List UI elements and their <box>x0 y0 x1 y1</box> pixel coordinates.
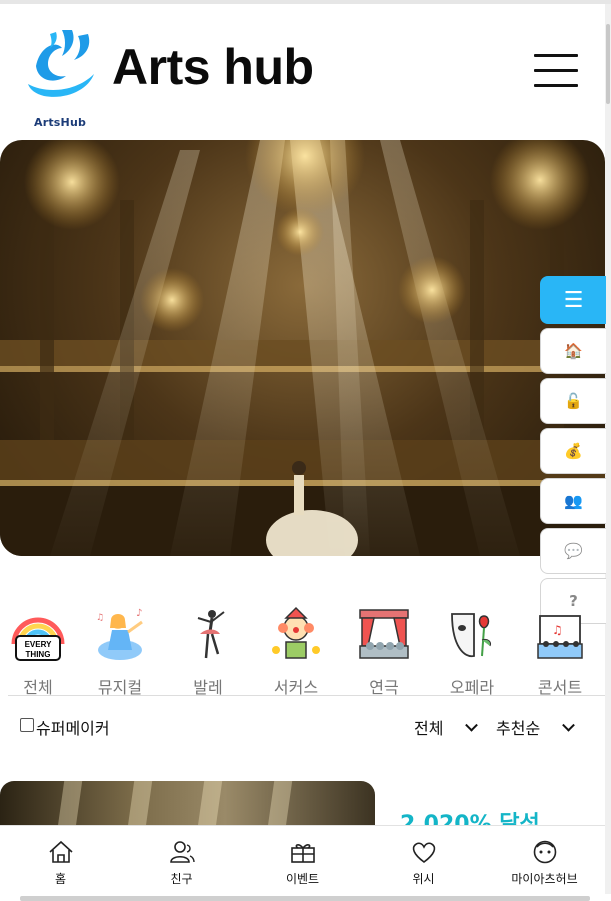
chevron-down-icon <box>562 718 576 732</box>
super-maker-checkbox[interactable] <box>20 718 34 732</box>
scope-select-value: 전체 <box>414 719 444 738</box>
category-label: 발레 <box>193 678 223 696</box>
logo-wave-icon <box>28 30 94 97</box>
nav-label: 이벤트 <box>285 872 320 886</box>
sort-select-value: 추천순 <box>496 719 541 738</box>
unlock-icon: 🔓 <box>564 392 583 410</box>
opera-mask-icon <box>451 613 491 657</box>
side-menu-toggle-button[interactable]: ☰ <box>540 276 606 324</box>
sort-select[interactable]: 추천순 <box>496 715 576 739</box>
side-chat-button[interactable]: 💬 <box>540 528 606 574</box>
app-header: ArtsHub Arts hub <box>0 4 605 136</box>
side-funding-button[interactable]: 💰 <box>540 428 606 474</box>
category-label: 전체 <box>23 678 53 696</box>
svg-text:♫: ♫ <box>552 623 563 637</box>
chevron-down-icon <box>465 718 479 732</box>
category-musical[interactable]: ♪ ♫ 뮤지컬 <box>76 600 164 696</box>
category-theater[interactable]: 연극 <box>340 600 428 696</box>
svg-text:♪: ♪ <box>136 608 142 619</box>
nav-home[interactable]: 홈 <box>0 826 121 895</box>
home-icon <box>48 840 73 863</box>
money-bag-icon: 💰 <box>564 442 583 460</box>
hamburger-line <box>534 69 578 72</box>
side-home-button[interactable]: 🏠 <box>540 328 606 374</box>
category-label: 오페라 <box>449 678 495 696</box>
category-ballet[interactable]: 발레 <box>164 600 252 696</box>
theater-stage-icon <box>359 609 409 659</box>
nav-wish[interactable]: 위시 <box>363 826 484 895</box>
musical-singer-icon: ♪ ♫ <box>96 608 143 660</box>
concert-stage-icon: ♫ <box>537 615 583 659</box>
gift-icon <box>290 844 315 863</box>
clown-icon <box>272 606 320 659</box>
ballerina-icon <box>197 610 225 659</box>
category-divider <box>8 695 605 696</box>
heart-icon <box>412 842 435 863</box>
nav-label: 홈 <box>54 872 67 886</box>
nav-event[interactable]: 이벤트 <box>242 826 363 895</box>
chat-icon: 💬 <box>564 542 583 560</box>
everything-rainbow-icon: EVERY THING <box>11 617 65 661</box>
nav-label: 친구 <box>170 872 193 886</box>
svg-text:♫: ♫ <box>96 613 104 623</box>
arts-hub-logo[interactable]: ArtsHub <box>26 26 98 129</box>
home-icon: 🏠 <box>564 342 583 360</box>
category-all[interactable]: EVERY THING 전체 <box>0 600 76 696</box>
side-community-button[interactable]: 👥 <box>540 478 606 524</box>
nav-label: 마이아츠허브 <box>511 872 578 886</box>
quick-side-menu: ☰ 🏠 🔓 💰 👥 💬 ? <box>540 276 606 628</box>
logo-text: ArtsHub <box>34 116 87 129</box>
hamburger-menu-button[interactable] <box>534 54 578 88</box>
hamburger-line <box>534 84 578 87</box>
filter-row: 슈퍼메이커 전체 추천순 <box>0 710 605 742</box>
category-concert[interactable]: ♫ 콘서트 <box>516 600 604 696</box>
nav-label: 위시 <box>412 872 435 886</box>
hamburger-line <box>534 54 578 57</box>
friends-icon <box>169 841 195 863</box>
face-icon <box>533 840 556 864</box>
hero-banner-image[interactable] <box>0 140 605 556</box>
category-label: 서커스 <box>273 678 319 696</box>
people-icon: 👥 <box>564 492 583 510</box>
category-label: 뮤지컬 <box>97 678 143 696</box>
nav-friends[interactable]: 친구 <box>121 826 242 895</box>
scrollbar-thumb[interactable] <box>606 24 610 104</box>
side-login-button[interactable]: 🔓 <box>540 378 606 424</box>
category-opera[interactable]: 오페라 <box>428 600 516 696</box>
category-bar: EVERY THING 전체 ♪ ♫ 뮤지컬 발레 서커스 연극 오페라 ♫ 콘… <box>0 600 605 696</box>
opera-house-illustration <box>0 140 605 556</box>
svg-text:EVERY: EVERY <box>25 640 52 649</box>
bottom-navigation: 홈 친구 이벤트 위시 마이아츠허브 <box>0 825 605 895</box>
horizontal-scrollbar[interactable] <box>20 896 590 901</box>
scope-select[interactable]: 전체 <box>414 715 479 739</box>
nav-my-artshub[interactable]: 마이아츠허브 <box>484 826 605 895</box>
menu-icon: ☰ <box>563 287 584 313</box>
category-label: 연극 <box>369 678 399 696</box>
svg-text:THING: THING <box>26 650 51 659</box>
category-circus[interactable]: 서커스 <box>252 600 340 696</box>
site-title[interactable]: Arts hub <box>112 38 314 96</box>
super-maker-label[interactable]: 슈퍼메이커 <box>36 715 110 739</box>
category-label: 콘서트 <box>537 678 583 696</box>
